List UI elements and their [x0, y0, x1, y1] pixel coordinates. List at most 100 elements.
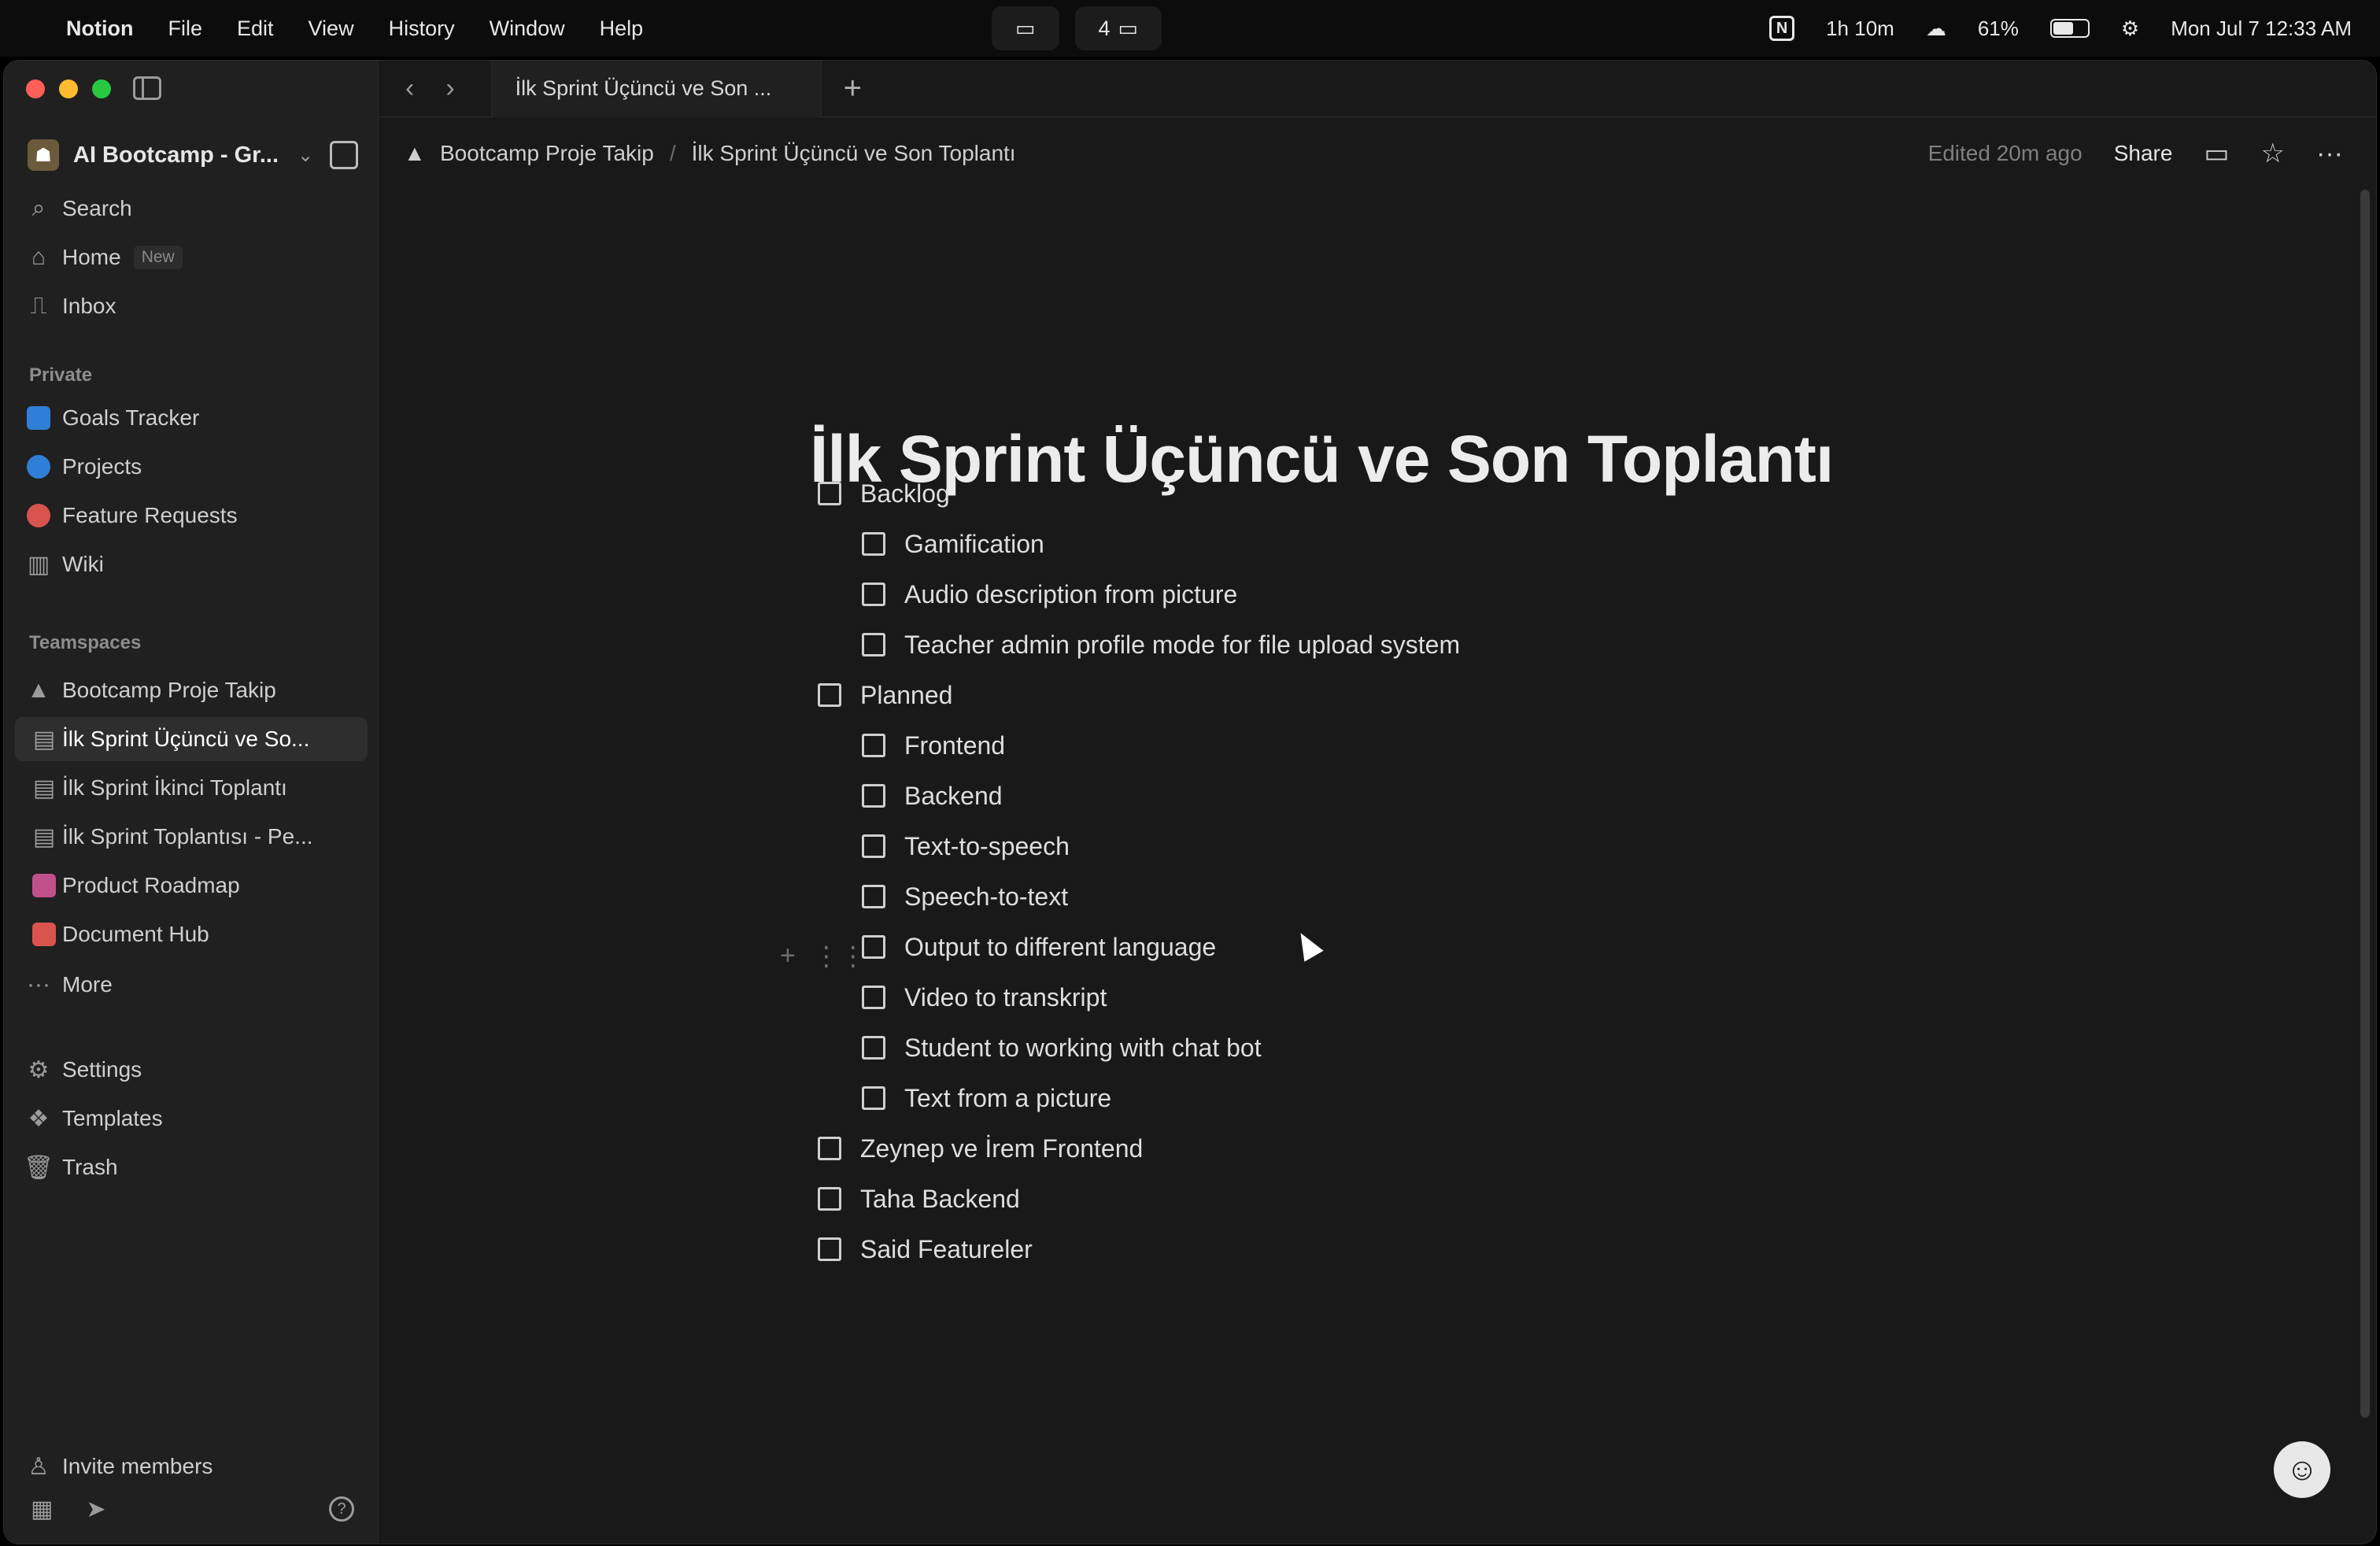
menu-history[interactable]: History [389, 17, 455, 41]
send-icon[interactable]: ➤ [86, 1496, 105, 1523]
page-title[interactable]: İlk Sprint Üçüncü ve Son Toplantı [810, 421, 1834, 497]
battery-percent[interactable]: 61% [1978, 17, 2019, 41]
sidebar-page-ikinci-toplanti[interactable]: ▤ İlk Sprint İkinci Toplantı [15, 766, 368, 810]
checkbox[interactable] [862, 1086, 885, 1110]
todo-text[interactable]: Gamification [904, 530, 1044, 559]
workspace-switcher[interactable]: ☗ AI Bootcamp - Gr... ⌄ [28, 131, 358, 179]
new-page-icon[interactable] [330, 141, 358, 169]
page-scrollbar[interactable] [2360, 190, 2370, 1418]
todo-item[interactable]: Teacher admin profile mode for file uplo… [862, 623, 1460, 667]
tab-current-page[interactable]: İlk Sprint Üçüncü ve Son ... [490, 61, 822, 117]
new-tab-button[interactable]: + [844, 71, 862, 106]
sidebar-page-toplantisi[interactable]: ▤ İlk Sprint Toplantısı - Pe... [15, 815, 368, 859]
clock-text[interactable]: Mon Jul 7 12:33 AM [2171, 17, 2352, 41]
menubar-widget-1[interactable]: ▭ [992, 6, 1059, 50]
checkbox[interactable] [818, 1187, 841, 1211]
more-options-icon[interactable]: ··· [2316, 139, 2343, 169]
todo-item[interactable]: Planned [818, 673, 952, 717]
checkbox[interactable] [862, 583, 885, 606]
sidebar-item-feature-requests[interactable]: Feature Requests [15, 494, 368, 538]
sidebar-page-product-roadmap[interactable]: Product Roadmap [15, 864, 368, 908]
todo-text[interactable]: Planned [860, 681, 952, 710]
checkbox[interactable] [862, 734, 885, 757]
timer-text[interactable]: 1h 10m [1826, 17, 1894, 41]
checkbox[interactable] [862, 885, 885, 908]
checkbox[interactable] [862, 532, 885, 556]
todo-item[interactable]: Backlog [818, 472, 950, 516]
todo-text[interactable]: Taha Backend [860, 1185, 1020, 1214]
todo-item[interactable]: Zeynep ve İrem Frontend [818, 1126, 1143, 1171]
sidebar-item-projects[interactable]: Projects [15, 445, 368, 489]
close-window-button[interactable] [26, 80, 45, 98]
todo-item[interactable]: Said Featureler [818, 1227, 1033, 1271]
teamspaces-section-label[interactable]: Teamspaces [29, 632, 141, 654]
help-icon[interactable]: ? [329, 1496, 354, 1522]
todo-text[interactable]: Backlog [860, 479, 950, 509]
notion-ai-icon[interactable]: ☺ [2274, 1441, 2330, 1498]
todo-item[interactable]: Text from a picture [862, 1076, 1111, 1120]
todo-item[interactable]: Output to different language [862, 925, 1216, 969]
sidebar-item-wiki[interactable]: ▥ Wiki [15, 542, 368, 586]
sidebar-templates[interactable]: ❖ Templates [15, 1097, 368, 1141]
checkbox[interactable] [818, 683, 841, 707]
sidebar-inbox[interactable]: ⎍ Inbox [15, 284, 368, 328]
todo-text[interactable]: Text-to-speech [904, 832, 1070, 861]
sidebar-toggle-icon[interactable] [133, 76, 161, 100]
sidebar-trash[interactable]: 🗑 Trash [15, 1145, 368, 1189]
sidebar-more[interactable]: ··· More [15, 963, 368, 1007]
todo-item[interactable]: Gamification [862, 522, 1044, 566]
todo-text[interactable]: Frontend [904, 731, 1005, 760]
cloud-icon[interactable]: ☁ [1926, 17, 1946, 41]
todo-item[interactable]: Speech-to-text [862, 875, 1068, 919]
add-block-icon[interactable]: + [780, 941, 796, 972]
sidebar-settings[interactable]: ⚙ Settings [15, 1048, 368, 1092]
todo-text[interactable]: Backend [904, 782, 1003, 811]
calendar-icon[interactable]: ▦ [31, 1496, 53, 1523]
minimize-window-button[interactable] [59, 80, 78, 98]
menu-app-name[interactable]: Notion [66, 17, 133, 41]
drag-handle-icon[interactable]: ⋮⋮ [813, 941, 867, 972]
todo-item[interactable]: Student to working with chat bot [862, 1026, 1262, 1070]
todo-text[interactable]: Said Featureler [860, 1235, 1033, 1264]
menu-view[interactable]: View [309, 17, 354, 41]
todo-text[interactable]: Student to working with chat bot [904, 1034, 1262, 1063]
notion-status-icon[interactable]: N [1769, 16, 1795, 41]
menu-window[interactable]: Window [490, 17, 565, 41]
todo-text[interactable]: Zeynep ve İrem Frontend [860, 1134, 1143, 1163]
todo-item[interactable]: Backend [862, 774, 1003, 818]
private-section-label[interactable]: Private [29, 364, 92, 386]
share-button[interactable]: Share [2114, 141, 2173, 166]
sidebar-search[interactable]: ⌕ Search [15, 187, 368, 231]
sidebar-invite-members[interactable]: ♙ Invite members [15, 1444, 368, 1489]
checkbox[interactable] [818, 1137, 841, 1160]
todo-item[interactable]: Video to transkript [862, 975, 1107, 1019]
menu-help[interactable]: Help [600, 17, 644, 41]
todo-text[interactable]: Speech-to-text [904, 882, 1068, 912]
sidebar-item-bootcamp-proje-takip[interactable]: ▲ Bootcamp Proje Takip [15, 668, 368, 712]
todo-text[interactable]: Audio description from picture [904, 580, 1237, 609]
checkbox[interactable] [862, 784, 885, 808]
menu-edit[interactable]: Edit [237, 17, 274, 41]
battery-icon[interactable] [2049, 19, 2090, 38]
breadcrumb-current[interactable]: İlk Sprint Üçüncü ve Son Toplantı [692, 141, 1016, 166]
sidebar-page-current[interactable]: ▤ İlk Sprint Üçüncü ve So... [15, 717, 368, 761]
comment-icon[interactable]: ▭ [2204, 138, 2229, 169]
sidebar-item-goals-tracker[interactable]: Goals Tracker [15, 396, 368, 440]
checkbox[interactable] [862, 633, 885, 656]
todo-item[interactable]: Taha Backend [818, 1177, 1020, 1221]
menu-file[interactable]: File [168, 17, 202, 41]
todo-text[interactable]: Text from a picture [904, 1084, 1111, 1113]
control-center-icon[interactable]: ⚙ [2121, 17, 2139, 41]
todo-text[interactable]: Output to different language [904, 933, 1216, 962]
sidebar-page-document-hub[interactable]: Document Hub [15, 912, 368, 956]
todo-item[interactable]: Audio description from picture [862, 572, 1237, 616]
menubar-widget-2[interactable]: 4 ▭ [1074, 6, 1162, 50]
breadcrumb-parent[interactable]: Bootcamp Proje Takip [440, 141, 654, 166]
checkbox[interactable] [862, 834, 885, 858]
forward-arrow-icon[interactable]: › [445, 73, 454, 104]
todo-text[interactable]: Teacher admin profile mode for file uplo… [904, 631, 1460, 660]
todo-item[interactable]: Text-to-speech [862, 824, 1070, 868]
back-arrow-icon[interactable]: ‹ [405, 73, 414, 104]
checkbox[interactable] [818, 482, 841, 505]
todo-item[interactable]: Frontend [862, 723, 1005, 767]
